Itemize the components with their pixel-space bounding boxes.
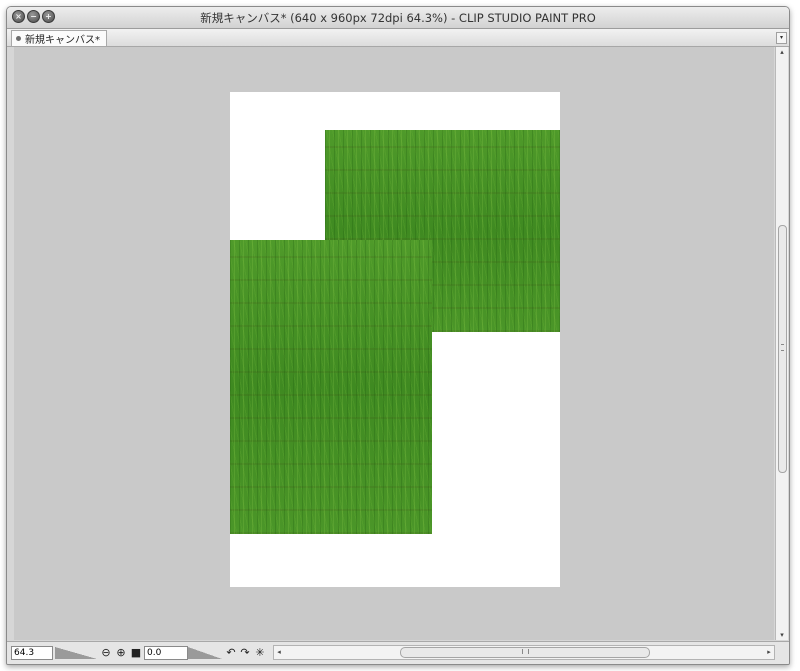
navigator-status-bar: 64.3 ⊖ ⊕ ■ 0.0 ↶ ↷ ✳ ◂ ▸: [7, 641, 789, 664]
canvas-page[interactable]: [230, 92, 560, 587]
fit-to-window-icon[interactable]: ■: [130, 646, 142, 659]
scroll-grip-icon: [522, 649, 529, 654]
horizontal-scroll-thumb[interactable]: [400, 647, 650, 658]
zoom-out-icon[interactable]: ⊖: [100, 646, 112, 659]
window-title: 新規キャンバス* (640 x 960px 72dpi 64.3%) - CLI…: [200, 11, 596, 25]
app-window: × − + 新規キャンバス* (640 x 960px 72dpi 64.3%)…: [6, 6, 790, 665]
canvas-viewport[interactable]: [14, 47, 774, 640]
scroll-grip-icon: [781, 344, 784, 351]
rotate-left-icon[interactable]: ↶: [225, 646, 237, 659]
scroll-left-icon[interactable]: ◂: [274, 646, 284, 659]
zoom-in-icon[interactable]: ⊕: [115, 646, 127, 659]
rotate-right-icon[interactable]: ↷: [239, 646, 251, 659]
rotation-slider[interactable]: [188, 647, 222, 659]
document-tab-bar: 新規キャンバス* ▾: [7, 29, 789, 47]
rotation-input[interactable]: 0.0: [144, 646, 188, 660]
scroll-right-icon[interactable]: ▸: [764, 646, 774, 659]
scroll-up-icon[interactable]: ▴: [776, 47, 788, 57]
tab-new-canvas[interactable]: 新規キャンバス*: [11, 30, 107, 46]
tab-label: 新規キャンバス*: [25, 35, 100, 46]
vertical-scroll-thumb[interactable]: [778, 225, 787, 473]
reset-rotation-icon[interactable]: ✳: [254, 646, 266, 659]
grass-fill-left: [230, 240, 432, 534]
title-bar[interactable]: × − + 新規キャンバス* (640 x 960px 72dpi 64.3%)…: [7, 7, 789, 29]
zoom-input[interactable]: 64.3: [11, 646, 53, 660]
unsaved-dot-icon: [16, 36, 21, 41]
horizontal-scrollbar[interactable]: ◂ ▸: [273, 645, 775, 660]
scroll-down-icon[interactable]: ▾: [776, 630, 788, 640]
vertical-scrollbar[interactable]: ▴ ▾: [775, 47, 788, 640]
zoom-slider[interactable]: [55, 647, 97, 659]
tab-menu-button[interactable]: ▾: [776, 32, 787, 44]
